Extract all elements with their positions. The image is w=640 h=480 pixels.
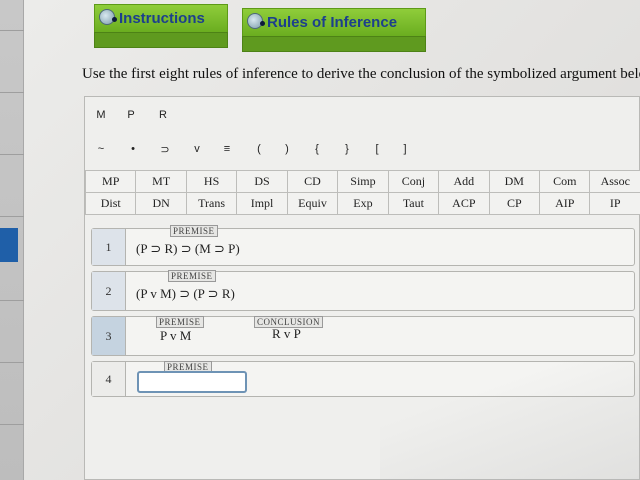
rule-button-simp[interactable]: Simp: [337, 170, 389, 193]
operator-button-wedge[interactable]: v: [187, 143, 207, 155]
proof-line-3[interactable]: 3 PREMISE P v M CONCLUSION R v P: [91, 316, 635, 356]
rule-button-mt[interactable]: MT: [135, 170, 187, 193]
line-expression: (P ⊃ R) ⊃ (M ⊃ P): [136, 241, 240, 256]
proof-line-1[interactable]: 1 PREMISE (P ⊃ R) ⊃ (M ⊃ P): [91, 225, 635, 266]
line-number: 1: [92, 229, 126, 265]
rule-button-cp[interactable]: CP: [488, 192, 541, 215]
line-expression: P v M: [160, 328, 192, 343]
rules-row-1: MP MT HS DS CD Simp Conj Add DM Com Asso…: [84, 170, 640, 193]
variable-button-m[interactable]: M: [91, 109, 111, 121]
sidebar-divider: [0, 300, 24, 301]
proof-line-4[interactable]: 4 PREMISE: [91, 361, 635, 397]
rule-button-aip[interactable]: AIP: [539, 192, 591, 215]
rule-button-taut[interactable]: Taut: [387, 192, 440, 215]
line-number: 3: [92, 317, 126, 355]
rule-button-conj[interactable]: Conj: [387, 170, 440, 193]
rules-table: MP MT HS DS CD Simp Conj Add DM Com Asso…: [84, 170, 640, 215]
rule-button-ds[interactable]: DS: [236, 170, 288, 193]
line-number: 2: [92, 272, 126, 310]
rule-button-exp[interactable]: Exp: [337, 192, 389, 215]
operator-button-dot[interactable]: •: [123, 143, 143, 155]
tab-rules-lower[interactable]: [242, 36, 426, 52]
rule-button-dm[interactable]: DM: [488, 170, 541, 193]
sidebar-divider: [0, 424, 24, 425]
rules-row-2: Dist DN Trans Impl Equiv Exp Taut ACP CP…: [84, 192, 640, 215]
tab-instructions[interactable]: Instructions: [94, 4, 228, 34]
rule-button-com[interactable]: Com: [539, 170, 591, 193]
line-number: 4: [92, 362, 126, 396]
premise-tag: PREMISE: [170, 225, 218, 237]
bullet-icon: [112, 17, 117, 22]
operator-button-left-bracket[interactable]: [: [367, 143, 387, 155]
operator-button-right-brace[interactable]: }: [337, 143, 357, 155]
rule-button-add[interactable]: Add: [438, 170, 490, 193]
rule-button-cd[interactable]: CD: [286, 170, 339, 193]
proof-line-2[interactable]: 2 PREMISE (P v M) ⊃ (P ⊃ R): [91, 270, 635, 311]
sidebar-divider: [0, 92, 24, 93]
sidebar-divider: [0, 216, 24, 217]
rule-button-assoc[interactable]: Assoc: [589, 170, 640, 193]
operator-button-left-paren[interactable]: (: [249, 143, 269, 155]
operator-button-left-brace[interactable]: {: [307, 143, 327, 155]
variable-button-r[interactable]: R: [153, 109, 173, 121]
rule-button-acp[interactable]: ACP: [438, 192, 490, 215]
line-expression: (P v M) ⊃ (P ⊃ R): [136, 286, 235, 301]
instruction-text: Use the first eight rules of inference t…: [82, 66, 640, 82]
rule-button-trans[interactable]: Trans: [185, 192, 238, 215]
sidebar-divider: [0, 154, 24, 155]
bullet-icon: [260, 21, 265, 26]
variable-button-p[interactable]: P: [121, 109, 141, 121]
tab-rules-of-inference[interactable]: Rules of Inference: [242, 8, 426, 38]
rule-button-impl[interactable]: Impl: [236, 192, 288, 215]
proof-panel: M P R ~ • ⊃ v ≡ ( ) { } [ ] MP MT HS DS …: [84, 96, 640, 480]
sidebar-divider: [0, 30, 24, 31]
operator-button-horseshoe[interactable]: ⊃: [155, 143, 175, 156]
left-sidebar-strip: [0, 0, 24, 480]
sidebar-blue-tab[interactable]: [0, 228, 18, 262]
operator-button-right-bracket[interactable]: ]: [395, 143, 415, 155]
rule-button-hs[interactable]: HS: [185, 170, 238, 193]
main-page: Instructions Rules of Inference Use the …: [24, 0, 640, 480]
rule-button-equiv[interactable]: Equiv: [286, 192, 339, 215]
rule-button-dn[interactable]: DN: [135, 192, 187, 215]
operator-button-right-paren[interactable]: ): [277, 143, 297, 155]
operator-button-tilde[interactable]: ~: [91, 143, 111, 155]
premise-input[interactable]: [137, 371, 247, 393]
conclusion-expression: R v P: [272, 326, 301, 341]
premise-tag: PREMISE: [156, 316, 204, 328]
rule-button-ip[interactable]: IP: [589, 192, 640, 215]
operator-button-triple-bar[interactable]: ≡: [217, 143, 237, 155]
tab-instructions-label: Instructions: [119, 10, 205, 27]
rule-button-mp[interactable]: MP: [84, 170, 137, 193]
rule-button-dist[interactable]: Dist: [84, 192, 137, 215]
premise-tag: PREMISE: [168, 270, 216, 282]
tab-instructions-lower[interactable]: [94, 32, 228, 48]
tab-rules-label: Rules of Inference: [267, 14, 398, 31]
sidebar-divider: [0, 362, 24, 363]
